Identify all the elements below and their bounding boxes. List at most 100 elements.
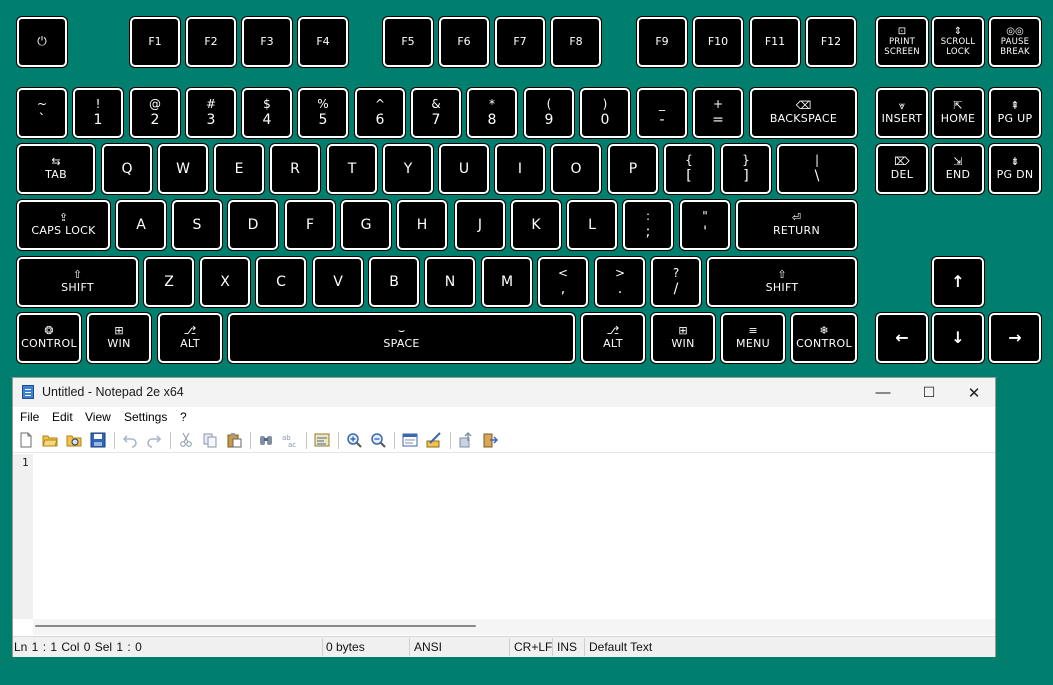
key-lbracket[interactable]: {[ [664, 144, 714, 194]
title-bar[interactable]: Untitled - Notepad 2e x64 — ☐ ✕ [13, 378, 995, 407]
status-mode[interactable]: INS [557, 640, 577, 654]
menu-view[interactable]: View [85, 410, 111, 424]
horizontal-scrollbar[interactable] [33, 619, 995, 635]
key-m[interactable]: M [482, 257, 532, 307]
scheme-icon[interactable] [402, 432, 418, 448]
key-return[interactable]: ⏎ RETURN [736, 200, 857, 250]
maximize-button[interactable]: ☐ [906, 378, 952, 407]
key-d[interactable]: D [228, 200, 278, 250]
key-rbracket[interactable]: }] [721, 144, 771, 194]
key-f5[interactable]: F5 [383, 17, 433, 67]
key-l[interactable]: L [567, 200, 617, 250]
key-right-win[interactable]: ⊞ WIN [651, 313, 715, 363]
key-f1[interactable]: F1 [130, 17, 180, 67]
key-print-screen[interactable]: ⊡ PRINT SCREEN [876, 17, 928, 67]
zoom-in-icon[interactable] [346, 432, 362, 448]
key-semicolon[interactable]: :; [623, 200, 673, 250]
key-home[interactable]: ⇱ HOME [932, 88, 984, 138]
key-s[interactable]: S [172, 200, 222, 250]
key-space[interactable]: ⌣ SPACE [228, 313, 575, 363]
key-del[interactable]: ⌦ DEL [876, 144, 928, 194]
key-p[interactable]: P [608, 144, 658, 194]
key-slash[interactable]: ? / [651, 257, 701, 307]
key-pause-break[interactable]: ◎◎ PAUSE BREAK [989, 17, 1041, 67]
key-b[interactable]: B [369, 257, 419, 307]
menu-file[interactable]: File [20, 410, 39, 424]
key-2[interactable]: @2 [130, 88, 180, 138]
key-5[interactable]: % 5 [298, 88, 348, 138]
key-f11[interactable]: F11 [750, 17, 800, 67]
key-y[interactable]: Y [383, 144, 433, 194]
key-up-arrow[interactable]: ↑ [932, 257, 984, 307]
key-menu[interactable]: ≡ MENU [721, 313, 785, 363]
key-f12[interactable]: F12 [806, 17, 856, 67]
key-3[interactable]: #3 [186, 88, 236, 138]
text-editor[interactable]: 1 [13, 454, 995, 619]
find-icon[interactable] [258, 432, 274, 448]
cut-icon[interactable] [178, 432, 194, 448]
key-backslash[interactable]: | \ [777, 144, 857, 194]
key-minus[interactable]: _ - [637, 88, 687, 138]
key-right-alt[interactable]: ⎇ ALT [581, 313, 645, 363]
key-f4[interactable]: F4 [298, 17, 348, 67]
save-icon[interactable] [90, 432, 106, 448]
customize-scheme-icon[interactable] [426, 432, 442, 448]
key-f2[interactable]: F2 [186, 17, 236, 67]
key-equals[interactable]: + = [693, 88, 743, 138]
paste-icon[interactable] [226, 432, 242, 448]
key-6[interactable]: ^ 6 [355, 88, 405, 138]
key-esc[interactable]: ⏻ [17, 17, 67, 67]
key-h[interactable]: H [397, 200, 447, 250]
key-f7[interactable]: F7 [495, 17, 545, 67]
undo-icon[interactable] [122, 432, 138, 448]
key-f[interactable]: F [285, 200, 335, 250]
key-f3[interactable]: F3 [242, 17, 292, 67]
menu-help[interactable]: ? [180, 410, 187, 424]
key-i[interactable]: I [495, 144, 545, 194]
key-quote[interactable]: " ' [680, 200, 730, 250]
key-left-alt[interactable]: ⎇ ALT [158, 313, 222, 363]
copy-icon[interactable] [202, 432, 218, 448]
key-left-control[interactable]: ❂ CONTROL [17, 313, 81, 363]
open-folder-icon[interactable] [42, 432, 58, 448]
close-button[interactable]: ✕ [951, 378, 997, 407]
key-caps-lock[interactable]: ⇪ CAPS LOCK [17, 200, 110, 250]
key-end[interactable]: ⇲ END [932, 144, 984, 194]
key-insert[interactable]: ⩔ INSERT [876, 88, 928, 138]
key-w[interactable]: W [158, 144, 208, 194]
key-right-control[interactable]: ❄ CONTROL [791, 313, 857, 363]
status-eol[interactable]: CR+LF [514, 640, 552, 654]
key-z[interactable]: Z [144, 257, 194, 307]
key-down-arrow[interactable]: ↓ [932, 313, 984, 363]
replace-icon[interactable]: abac [282, 432, 298, 448]
key-tilde[interactable]: ~ ` [17, 88, 67, 138]
zoom-out-icon[interactable] [370, 432, 386, 448]
key-q[interactable]: Q [102, 144, 152, 194]
key-8[interactable]: * 8 [467, 88, 517, 138]
key-j[interactable]: J [455, 200, 505, 250]
key-0[interactable]: ) 0 [580, 88, 630, 138]
key-9[interactable]: (9 [524, 88, 574, 138]
key-right-arrow[interactable]: → [989, 313, 1041, 363]
key-backspace[interactable]: ⌫ BACKSPACE [750, 88, 857, 138]
key-v[interactable]: V [313, 257, 363, 307]
menu-edit[interactable]: Edit [52, 410, 73, 424]
key-k[interactable]: K [511, 200, 561, 250]
key-comma[interactable]: <, [538, 257, 588, 307]
new-file-icon[interactable] [18, 432, 34, 448]
key-tab[interactable]: ⇆ TAB [17, 144, 95, 194]
key-r[interactable]: R [270, 144, 320, 194]
key-f6[interactable]: F6 [439, 17, 489, 67]
key-4[interactable]: $4 [242, 88, 292, 138]
key-n[interactable]: N [425, 257, 475, 307]
key-f10[interactable]: F10 [693, 17, 743, 67]
exit-icon[interactable] [482, 432, 498, 448]
minimize-button[interactable]: — [860, 378, 906, 407]
key-e[interactable]: E [214, 144, 264, 194]
status-scheme[interactable]: Default Text [589, 640, 652, 654]
key-7[interactable]: & 7 [411, 88, 461, 138]
key-u[interactable]: U [439, 144, 489, 194]
key-c[interactable]: C [256, 257, 306, 307]
key-f9[interactable]: F9 [637, 17, 687, 67]
key-left-shift[interactable]: ⇧ SHIFT [17, 257, 138, 307]
